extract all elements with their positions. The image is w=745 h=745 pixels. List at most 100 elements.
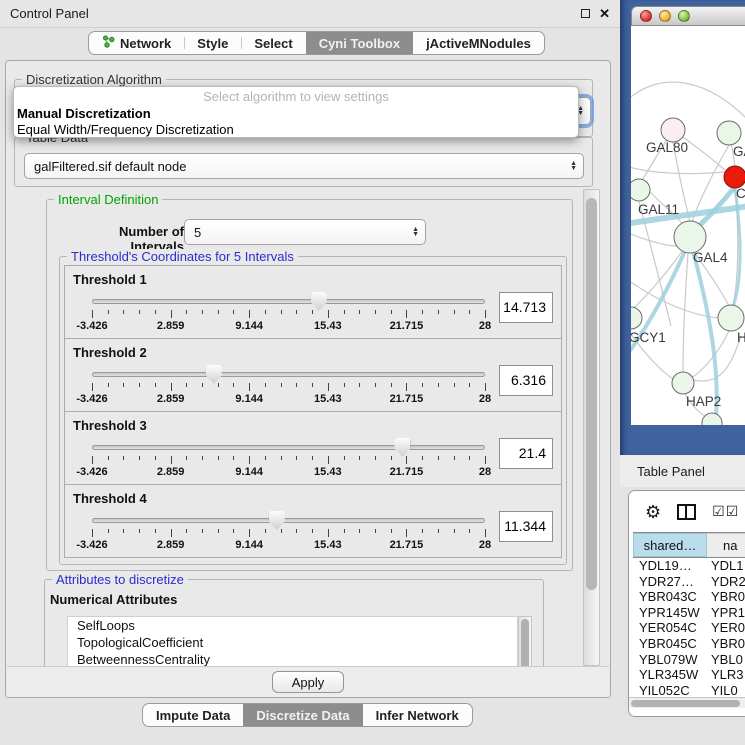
slider-track[interactable] bbox=[92, 299, 485, 304]
tab-select[interactable]: Select bbox=[241, 32, 305, 54]
tick-mark bbox=[155, 383, 156, 387]
table-row[interactable]: YBL079WYBL0 bbox=[633, 652, 745, 668]
tick-mark bbox=[391, 456, 392, 460]
tick-mark bbox=[108, 310, 109, 314]
table-row[interactable]: YLR345WYLR3 bbox=[633, 667, 745, 683]
threshold-value-field[interactable]: 14.713 bbox=[499, 292, 553, 323]
network-node[interactable] bbox=[717, 121, 741, 145]
network-node-label: GCY1 bbox=[631, 330, 666, 345]
tick-mark bbox=[469, 383, 470, 387]
slider-track[interactable] bbox=[92, 518, 485, 523]
tab-label: Network bbox=[120, 36, 171, 51]
network-edge[interactable] bbox=[683, 253, 688, 372]
table-row[interactable]: YDL19…YDL1 bbox=[633, 558, 745, 574]
tick-label: 2.859 bbox=[157, 320, 185, 332]
right-side: GAL80GACGAL11GAL4GCY1HHAP2 Table Panel ⚙… bbox=[620, 0, 745, 745]
node-table[interactable]: shared… na YDL19…YDL1YDR27…YDR2YBR043CYB… bbox=[633, 532, 745, 698]
threshold-slider[interactable]: -3.4262.8599.14415.4321.71528 bbox=[92, 290, 485, 336]
tab-infer-network[interactable]: Infer Network bbox=[363, 704, 472, 726]
close-window-icon[interactable] bbox=[640, 10, 652, 22]
select-columns-icon[interactable]: ☑☑ bbox=[712, 503, 739, 520]
tab-network[interactable]: Network bbox=[89, 32, 184, 54]
network-node[interactable] bbox=[718, 305, 744, 331]
network-node[interactable] bbox=[631, 179, 650, 201]
network-node-label: GA bbox=[733, 144, 745, 159]
network-node[interactable] bbox=[702, 413, 722, 425]
network-node[interactable] bbox=[724, 166, 745, 188]
threshold-value-field[interactable]: 6.316 bbox=[499, 365, 553, 396]
column-header-shared-name[interactable]: shared… bbox=[633, 533, 707, 557]
table-row[interactable]: YPR145WYPR1 bbox=[633, 605, 745, 621]
table-row[interactable]: YDR27…YDR2 bbox=[633, 574, 745, 590]
tab-jactivemnodules[interactable]: jActiveMNodules bbox=[413, 32, 544, 54]
network-node-label: H bbox=[737, 330, 745, 345]
algorithm-option-manual-discretization[interactable]: Manual Discretization bbox=[14, 106, 578, 122]
tick-label: 2.859 bbox=[157, 539, 185, 551]
attribute-list-item[interactable]: TopologicalCoefficient bbox=[68, 634, 517, 651]
network-node[interactable] bbox=[661, 118, 685, 142]
tick-mark bbox=[296, 456, 297, 460]
number-of-intervals-combobox[interactable]: 5 ▲▼ bbox=[184, 219, 426, 245]
slider-ticks bbox=[92, 382, 485, 391]
slider-track[interactable] bbox=[92, 445, 485, 450]
threshold-slider[interactable]: -3.4262.8599.14415.4321.71528 bbox=[92, 436, 485, 482]
column-header-name[interactable]: na bbox=[707, 533, 745, 557]
tick-mark bbox=[344, 456, 345, 460]
gear-icon[interactable]: ⚙ bbox=[645, 503, 661, 521]
threshold-value-field[interactable]: 11.344 bbox=[499, 511, 553, 542]
tick-mark bbox=[171, 383, 172, 391]
tick-label: 15.43 bbox=[314, 466, 342, 478]
tab-style[interactable]: Style bbox=[184, 32, 241, 54]
split-columns-icon[interactable] bbox=[677, 504, 696, 520]
table-panel-titlebar: Table Panel bbox=[620, 455, 745, 487]
tick-mark bbox=[249, 456, 250, 464]
network-node[interactable] bbox=[672, 372, 694, 394]
zoom-window-icon[interactable] bbox=[678, 10, 690, 22]
attribute-list-item[interactable]: SelfLoops bbox=[68, 617, 517, 634]
tick-mark bbox=[92, 383, 93, 391]
apply-band: Apply bbox=[7, 666, 609, 697]
minimize-window-icon[interactable] bbox=[659, 10, 671, 22]
tick-mark bbox=[265, 310, 266, 314]
tick-mark bbox=[296, 383, 297, 387]
slider-tick-labels: -3.4262.8599.14415.4321.71528 bbox=[92, 393, 485, 407]
close-panel-icon[interactable]: ✕ bbox=[599, 7, 610, 20]
tick-mark bbox=[281, 310, 282, 314]
threshold-slider[interactable]: -3.4262.8599.14415.4321.71528 bbox=[92, 363, 485, 409]
attribute-list-item[interactable]: BetweennessCentrality bbox=[68, 651, 517, 666]
interval-definition-group-title: Interval Definition bbox=[54, 192, 162, 207]
tick-mark bbox=[281, 383, 282, 387]
settings-vertical-scrollbar[interactable] bbox=[583, 189, 600, 666]
cell-shared-name: YER054C bbox=[633, 620, 707, 636]
table-row[interactable]: YIL052CYIL0 bbox=[633, 683, 745, 698]
table-horizontal-scrollbar[interactable] bbox=[629, 697, 745, 708]
attributes-list-scrollbar[interactable] bbox=[518, 616, 532, 666]
table-row[interactable]: YBR043CYBR0 bbox=[633, 589, 745, 605]
tick-mark bbox=[406, 383, 407, 391]
float-panel-icon[interactable] bbox=[581, 9, 590, 18]
tick-mark bbox=[249, 529, 250, 537]
tab-impute-data[interactable]: Impute Data bbox=[143, 704, 243, 726]
slider-track[interactable] bbox=[92, 372, 485, 377]
network-edge[interactable] bbox=[631, 82, 745, 121]
table-data-combobox[interactable]: galFiltered.sif default node ▲▼ bbox=[24, 153, 584, 179]
thresholds-group: Threshold's Coordinates for 5 Intervals … bbox=[59, 256, 567, 565]
table-row[interactable]: YER054CYER0 bbox=[633, 620, 745, 636]
threshold-slider[interactable]: -3.4262.8599.14415.4321.71528 bbox=[92, 509, 485, 555]
network-node-label: GAL80 bbox=[646, 140, 688, 155]
apply-button[interactable]: Apply bbox=[272, 671, 344, 693]
network-node[interactable] bbox=[631, 307, 642, 329]
tab-cyni-toolbox[interactable]: Cyni Toolbox bbox=[306, 32, 413, 54]
cell-name: YIL0 bbox=[707, 683, 745, 698]
numerical-attributes-list[interactable]: SelfLoopsTopologicalCoefficientBetweenne… bbox=[67, 616, 518, 666]
network-canvas[interactable]: GAL80GACGAL11GAL4GCY1HHAP2 bbox=[631, 26, 745, 425]
algorithm-option-equal-width-frequency[interactable]: Equal Width/Frequency Discretization bbox=[14, 122, 578, 138]
threshold-value-field[interactable]: 21.4 bbox=[499, 438, 553, 469]
network-edge[interactable] bbox=[631, 232, 677, 246]
tick-mark bbox=[155, 529, 156, 533]
tab-discretize-data[interactable]: Discretize Data bbox=[243, 704, 362, 726]
tick-mark bbox=[92, 529, 93, 537]
table-row[interactable]: YBR045CYBR0 bbox=[633, 636, 745, 652]
cell-shared-name: YBR043C bbox=[633, 589, 707, 605]
network-node[interactable] bbox=[674, 221, 706, 253]
